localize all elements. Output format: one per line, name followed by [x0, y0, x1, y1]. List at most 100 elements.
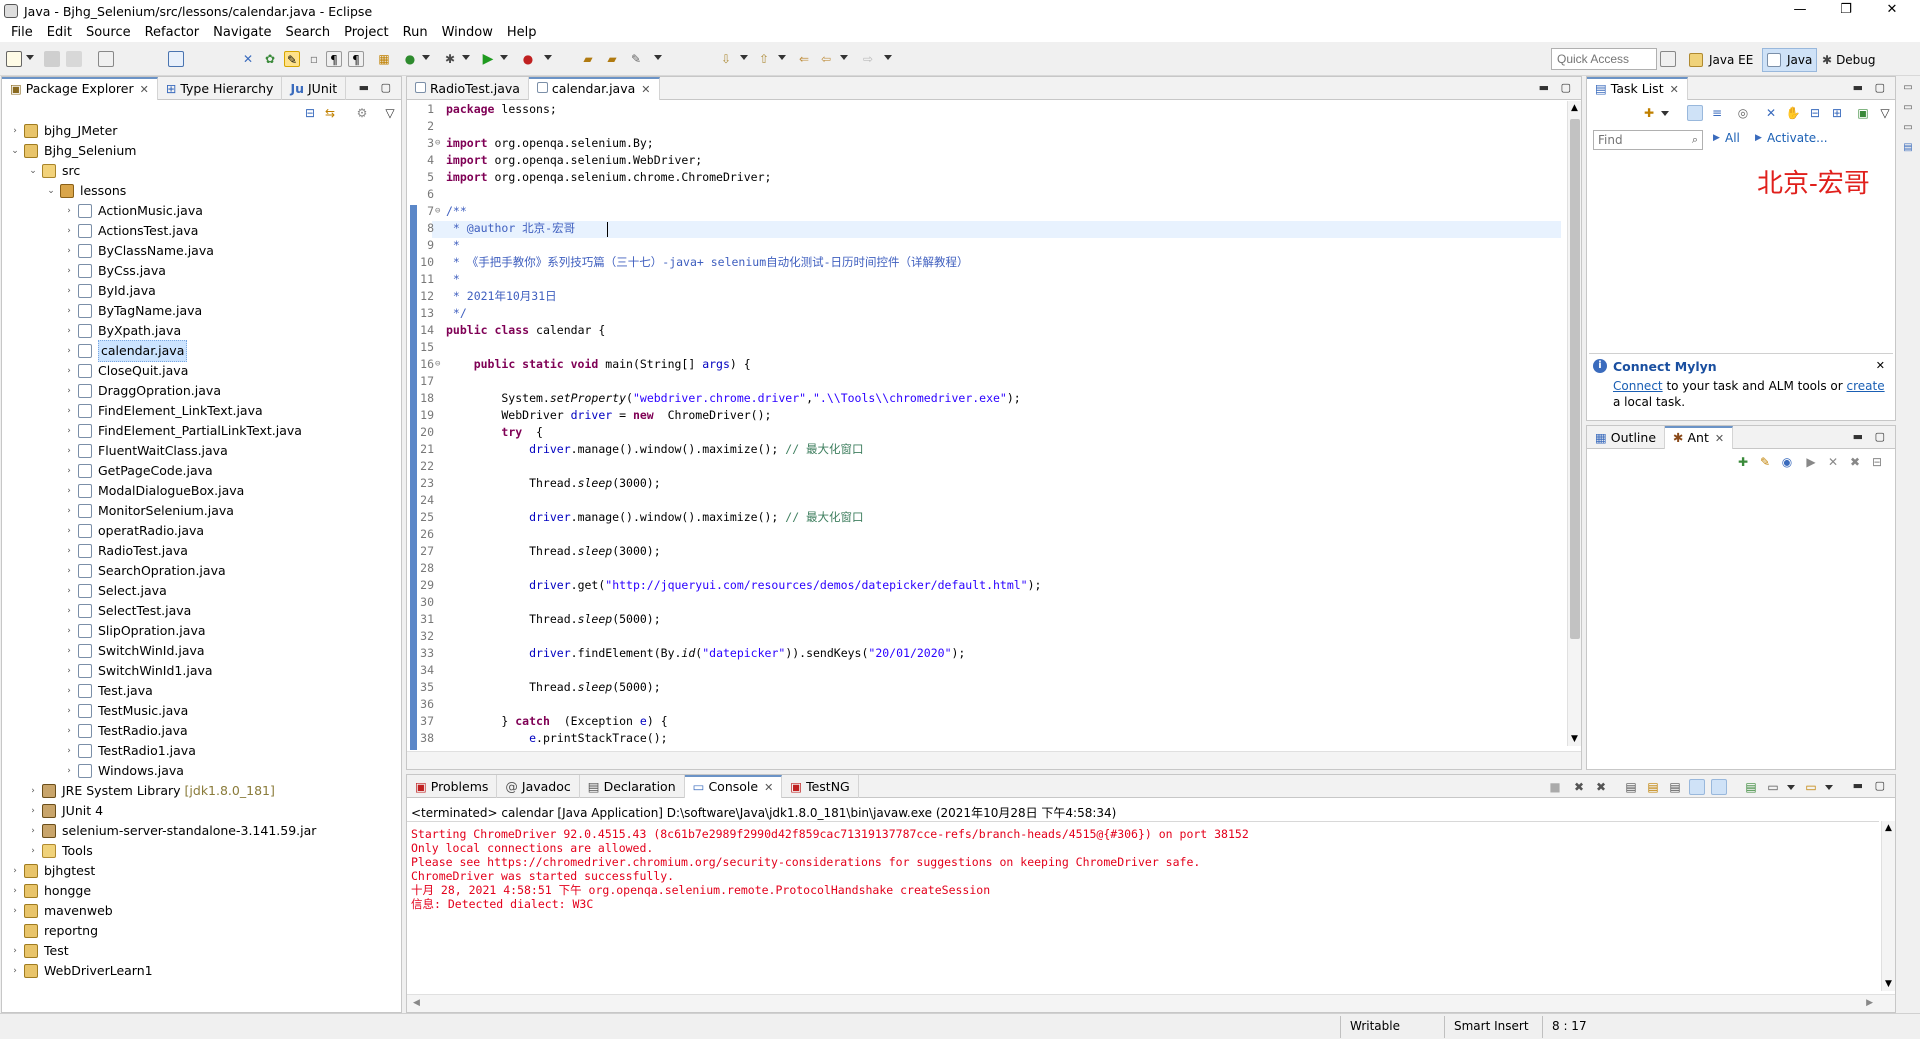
new-dropdown-icon[interactable] — [26, 55, 34, 60]
close-tab-icon[interactable]: ✕ — [641, 83, 650, 96]
back-icon[interactable]: ⇦ — [818, 51, 834, 67]
open-console-view-icon[interactable]: ▭ — [1803, 779, 1819, 795]
expand-icon[interactable]: › — [64, 381, 74, 401]
save-all-icon[interactable] — [66, 51, 82, 67]
fold-icon[interactable]: ⊖ — [435, 203, 440, 220]
run-target-icon[interactable]: ▶ — [1803, 454, 1819, 470]
new-task-dropdown-icon[interactable] — [1661, 111, 1669, 116]
maximize-view-icon[interactable]: ▢ — [381, 81, 391, 94]
restore-icon[interactable]: ▭ — [1900, 100, 1916, 116]
debug-icon[interactable]: ✱ — [442, 51, 458, 67]
expand-icon[interactable]: › — [64, 261, 74, 281]
display-console-icon[interactable]: ▭ — [1765, 779, 1781, 795]
fold-icon[interactable]: ⊖ — [435, 356, 440, 373]
expand-icon[interactable]: › — [64, 441, 74, 461]
close-tab-icon[interactable]: ✕ — [764, 781, 773, 794]
scroll-down-icon[interactable]: ▼ — [1571, 734, 1578, 744]
tree-item-java-file[interactable]: › Windows.java — [64, 761, 184, 781]
new-project-dropdown-icon[interactable] — [422, 55, 430, 60]
tab-outline[interactable]: ▦ Outline — [1587, 426, 1666, 449]
new-java-project-icon[interactable]: ● — [402, 51, 418, 67]
tree-item-java-file[interactable]: › ByXpath.java — [64, 321, 181, 341]
menu-refactor[interactable]: Refactor — [138, 25, 207, 40]
tree-item-java-file[interactable]: › operatRadio.java — [64, 521, 204, 541]
tree-item-java-file[interactable]: › ModalDialogueBox.java — [64, 481, 244, 501]
expand-tasks-icon[interactable]: ⊞ — [1829, 105, 1845, 121]
tree-item-src[interactable]: ⌄ src — [28, 161, 80, 181]
add-buildfile-search-icon[interactable]: ✎ — [1757, 454, 1773, 470]
tree-item-java-file[interactable]: › ActionsTest.java — [64, 221, 198, 241]
external-tools-icon[interactable]: ▦ — [376, 51, 392, 67]
expand-icon[interactable]: › — [64, 361, 74, 381]
tree-item-folder[interactable]: › Tools — [28, 841, 93, 861]
tree-item-java-file[interactable]: › calendar.java — [64, 340, 188, 362]
print-icon[interactable] — [98, 51, 114, 67]
expand-icon[interactable]: › — [64, 301, 74, 321]
tab-console[interactable]: ▭ Console ✕ — [684, 775, 783, 798]
expand-icon[interactable]: › — [64, 661, 74, 681]
open-folder-icon[interactable]: ▰ — [580, 51, 596, 67]
close-icon[interactable]: ✕ — [1876, 359, 1885, 372]
expand-icon[interactable]: › — [64, 321, 74, 341]
categorized-icon[interactable] — [1687, 105, 1703, 121]
tree-item-java-file[interactable]: › SwitchWinId.java — [64, 641, 205, 661]
menu-project[interactable]: Project — [337, 25, 395, 40]
expand-icon[interactable]: › — [64, 481, 74, 501]
open-perspective-icon[interactable] — [1660, 51, 1676, 67]
back-dropdown-icon[interactable] — [840, 55, 848, 60]
expand-icon[interactable]: › — [64, 581, 74, 601]
tree-item-project[interactable]: › bjhg_JMeter — [10, 121, 117, 141]
maximize-button[interactable]: ❐ — [1823, 0, 1869, 22]
minimize-view-icon[interactable]: ▬ — [1853, 81, 1863, 94]
minimize-view-icon[interactable]: ▬ — [359, 81, 369, 94]
tree-item-java-file[interactable]: › SelectTest.java — [64, 601, 191, 621]
open-console-icon[interactable] — [168, 51, 184, 67]
tab-declaration[interactable]: ▤ Declaration — [580, 775, 685, 798]
tree-item-java-file[interactable]: › RadioTest.java — [64, 541, 188, 561]
new-icon[interactable] — [6, 51, 22, 67]
restore-icon[interactable]: ▭ — [1900, 120, 1916, 136]
tree-item-java-file[interactable]: › SlipOpration.java — [64, 621, 206, 641]
expand-icon[interactable]: › — [64, 621, 74, 641]
scroll-thumb[interactable] — [1570, 119, 1580, 639]
tree-item-package[interactable]: ⌄ lessons — [46, 181, 126, 201]
tab-task-list[interactable]: ▤ Task List ✕ — [1587, 77, 1688, 100]
next-annotation-dropdown-icon[interactable] — [740, 55, 748, 60]
next-annotation-icon[interactable]: ⇩ — [718, 51, 734, 67]
tab-ant[interactable]: ✱ Ant ✕ — [1665, 426, 1734, 449]
expand-icon[interactable]: › — [64, 201, 74, 221]
tree-item-project[interactable]: › Test — [10, 941, 69, 961]
close-tab-icon[interactable]: ✕ — [1715, 432, 1724, 445]
task-view-menu-icon[interactable]: ▽ — [1877, 105, 1893, 121]
tree-item-jre[interactable]: › JRE System Library [jdk1.8.0_181] — [28, 781, 275, 801]
show-whitespace-icon[interactable]: ¶ — [348, 51, 364, 67]
tree-item-java-file[interactable]: › MonitorSelenium.java — [64, 501, 234, 521]
minimize-view-icon[interactable]: ▬ — [1853, 779, 1863, 792]
collapse-all-icon[interactable]: ⊟ — [302, 105, 318, 121]
minimize-view-icon[interactable]: ▬ — [1853, 430, 1863, 443]
perspective-debug[interactable]: ✱ Debug — [1818, 48, 1880, 72]
tree-item-java-file[interactable]: › Test.java — [64, 681, 153, 701]
editor-vertical-scrollbar[interactable]: ▲ ▼ — [1567, 101, 1581, 746]
console-output[interactable]: Starting ChromeDriver 92.0.4515.43 (8c61… — [407, 821, 1879, 991]
show-on-stdout-icon[interactable] — [1689, 779, 1705, 795]
new-task-icon[interactable]: ✚ — [1641, 105, 1657, 121]
tree-item-java-file[interactable]: › ByCss.java — [64, 261, 166, 281]
quick-access-input[interactable] — [1551, 48, 1657, 70]
tree-item-project[interactable]: › hongge — [10, 881, 91, 901]
task-find-input[interactable] — [1594, 131, 1674, 149]
clear-console-icon[interactable]: ▤ — [1623, 779, 1639, 795]
pin-console-icon[interactable]: ▤ — [1743, 779, 1759, 795]
tree-item-java-file[interactable]: › TestMusic.java — [64, 701, 188, 721]
word-wrap-console-icon[interactable]: ▤ — [1667, 779, 1683, 795]
remove-all-icon[interactable]: ✖ — [1847, 454, 1863, 470]
tree-item-project[interactable]: › WebDriverLearn1 — [10, 961, 153, 981]
tree-item-java-file[interactable]: › ById.java — [64, 281, 156, 301]
tab-radiotest-java[interactable]: RadioTest.java — [407, 77, 529, 100]
tree-item-project[interactable]: › mavenweb — [10, 901, 113, 921]
tree-item-junit4[interactable]: › JUnit 4 — [28, 801, 103, 821]
tree-item-java-file[interactable]: › GetPageCode.java — [64, 461, 213, 481]
show-on-stderr-icon[interactable] — [1711, 779, 1727, 795]
collapse-ant-icon[interactable]: ⊟ — [1869, 454, 1885, 470]
save-icon[interactable] — [44, 51, 60, 67]
